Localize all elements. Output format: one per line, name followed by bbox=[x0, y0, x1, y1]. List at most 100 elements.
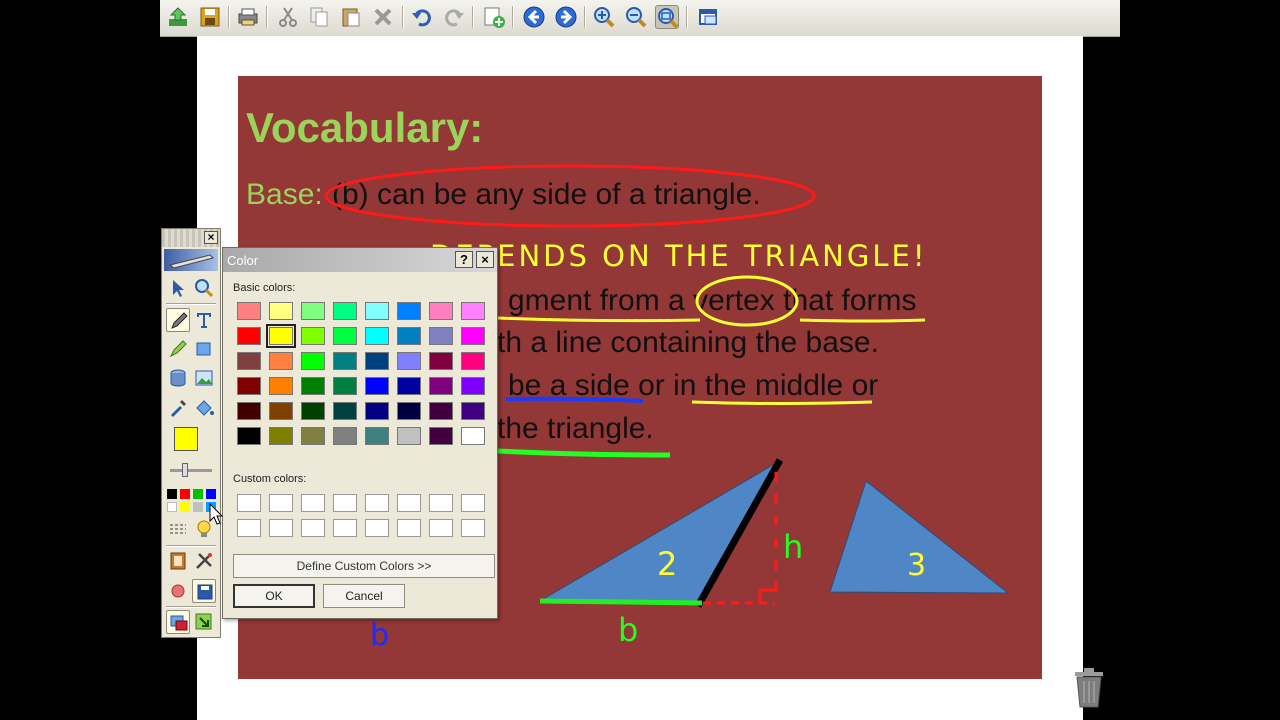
basic-color-swatch[interactable] bbox=[461, 327, 485, 345]
palette-close-button[interactable]: × bbox=[204, 231, 218, 244]
custom-color-swatch[interactable] bbox=[429, 519, 453, 537]
custom-color-swatch[interactable] bbox=[429, 494, 453, 512]
basic-color-swatch[interactable] bbox=[237, 402, 261, 420]
cancel-button[interactable]: Cancel bbox=[323, 584, 405, 608]
basic-color-swatch[interactable] bbox=[429, 327, 453, 345]
cylinder-tool-icon[interactable] bbox=[166, 366, 190, 390]
basic-color-swatch[interactable] bbox=[333, 302, 357, 320]
layer-icon[interactable] bbox=[166, 610, 190, 634]
mini-color-red[interactable] bbox=[180, 489, 190, 499]
basic-color-swatch[interactable] bbox=[461, 302, 485, 320]
basic-color-swatch[interactable] bbox=[397, 352, 421, 370]
basic-color-swatch[interactable] bbox=[397, 402, 421, 420]
basic-color-swatch[interactable] bbox=[397, 302, 421, 320]
basic-color-swatch[interactable] bbox=[333, 352, 357, 370]
basic-color-swatch[interactable] bbox=[237, 377, 261, 395]
basic-color-swatch[interactable] bbox=[429, 377, 453, 395]
custom-color-swatch[interactable] bbox=[333, 494, 357, 512]
basic-color-swatch[interactable] bbox=[301, 302, 325, 320]
select-arrow-icon[interactable] bbox=[166, 276, 190, 300]
shape-tool-icon[interactable] bbox=[192, 337, 216, 361]
basic-color-swatch[interactable] bbox=[301, 402, 325, 420]
basic-color-swatch[interactable] bbox=[365, 427, 389, 445]
basic-color-swatch[interactable] bbox=[237, 327, 261, 345]
basic-color-swatch[interactable] bbox=[461, 402, 485, 420]
basic-color-swatch[interactable] bbox=[333, 377, 357, 395]
line-style-icon[interactable] bbox=[166, 517, 190, 541]
record-icon[interactable] bbox=[166, 579, 190, 603]
custom-color-swatch[interactable] bbox=[237, 494, 261, 512]
dropper-icon[interactable] bbox=[166, 396, 190, 420]
custom-color-swatch[interactable] bbox=[365, 519, 389, 537]
basic-color-swatch[interactable] bbox=[429, 302, 453, 320]
custom-color-swatch[interactable] bbox=[397, 494, 421, 512]
save-tool-icon[interactable] bbox=[192, 579, 216, 603]
basic-color-swatch[interactable] bbox=[269, 402, 293, 420]
tools-icon[interactable] bbox=[192, 549, 216, 573]
basic-color-swatch[interactable] bbox=[365, 377, 389, 395]
basic-color-swatch[interactable] bbox=[333, 402, 357, 420]
basic-color-swatch[interactable] bbox=[237, 352, 261, 370]
basic-color-swatch[interactable] bbox=[365, 327, 389, 345]
basic-color-swatch[interactable] bbox=[333, 327, 357, 345]
mini-color-blue[interactable] bbox=[206, 489, 216, 499]
mini-color-black[interactable] bbox=[167, 489, 177, 499]
basic-color-swatch[interactable] bbox=[237, 427, 261, 445]
basic-color-swatch[interactable] bbox=[429, 427, 453, 445]
basic-color-swatch[interactable] bbox=[269, 352, 293, 370]
custom-color-swatch[interactable] bbox=[301, 494, 325, 512]
basic-color-swatch[interactable] bbox=[397, 377, 421, 395]
custom-color-swatch[interactable] bbox=[461, 494, 485, 512]
basic-color-swatch[interactable] bbox=[301, 327, 325, 345]
close-button[interactable]: × bbox=[476, 251, 494, 268]
width-slider-track[interactable] bbox=[170, 469, 212, 472]
ok-button[interactable]: OK bbox=[233, 584, 315, 608]
highlighter-icon[interactable] bbox=[166, 337, 190, 361]
custom-color-swatch[interactable] bbox=[461, 519, 485, 537]
mini-color-gray[interactable] bbox=[193, 502, 203, 512]
custom-color-swatch[interactable] bbox=[365, 494, 389, 512]
screen-capture-icon[interactable] bbox=[166, 549, 190, 573]
image-tool-icon[interactable] bbox=[192, 366, 216, 390]
dialog-titlebar[interactable]: Color ? × bbox=[223, 248, 497, 272]
define-custom-colors-button[interactable]: Define Custom Colors >> bbox=[233, 554, 495, 578]
fill-bucket-icon[interactable] bbox=[192, 396, 216, 420]
current-color-swatch[interactable] bbox=[174, 427, 198, 451]
basic-color-swatch[interactable] bbox=[365, 402, 389, 420]
help-button[interactable]: ? bbox=[455, 251, 473, 268]
base-label-green: b bbox=[618, 611, 638, 649]
custom-color-swatch[interactable] bbox=[333, 519, 357, 537]
basic-color-swatch[interactable] bbox=[461, 427, 485, 445]
trash-icon[interactable] bbox=[1071, 666, 1107, 708]
basic-color-swatch[interactable] bbox=[301, 352, 325, 370]
width-slider-thumb[interactable] bbox=[182, 463, 188, 477]
basic-color-swatch[interactable] bbox=[266, 324, 296, 348]
basic-color-swatch[interactable] bbox=[269, 427, 293, 445]
custom-color-swatch[interactable] bbox=[301, 519, 325, 537]
basic-color-swatch[interactable] bbox=[461, 352, 485, 370]
basic-color-swatch[interactable] bbox=[461, 377, 485, 395]
custom-color-swatch[interactable] bbox=[237, 519, 261, 537]
basic-color-swatch[interactable] bbox=[397, 427, 421, 445]
text-tool-icon[interactable] bbox=[192, 308, 216, 332]
basic-color-swatch[interactable] bbox=[397, 327, 421, 345]
export-icon[interactable] bbox=[192, 610, 216, 634]
basic-color-swatch[interactable] bbox=[365, 352, 389, 370]
basic-color-swatch[interactable] bbox=[237, 302, 261, 320]
custom-color-swatch[interactable] bbox=[269, 519, 293, 537]
basic-color-swatch[interactable] bbox=[429, 402, 453, 420]
basic-color-swatch[interactable] bbox=[365, 302, 389, 320]
basic-color-swatch[interactable] bbox=[429, 352, 453, 370]
basic-color-swatch[interactable] bbox=[333, 427, 357, 445]
pen-tool-icon[interactable] bbox=[166, 308, 190, 332]
basic-color-swatch[interactable] bbox=[269, 377, 293, 395]
zoom-tool-icon[interactable] bbox=[192, 276, 216, 300]
basic-color-swatch[interactable] bbox=[301, 377, 325, 395]
mini-color-yellow[interactable] bbox=[180, 502, 190, 512]
mini-color-green[interactable] bbox=[193, 489, 203, 499]
custom-color-swatch[interactable] bbox=[269, 494, 293, 512]
basic-color-swatch[interactable] bbox=[301, 427, 325, 445]
basic-color-swatch[interactable] bbox=[269, 302, 293, 320]
mini-color-white[interactable] bbox=[167, 502, 177, 512]
custom-color-swatch[interactable] bbox=[397, 519, 421, 537]
